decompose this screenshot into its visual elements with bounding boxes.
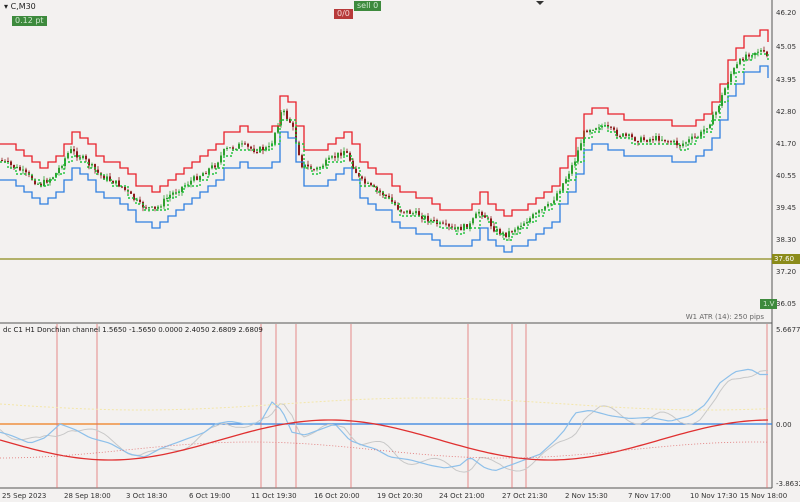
time-tick: 10 Nov 17:30 <box>690 492 737 500</box>
price-tick: 41.70 <box>776 140 796 148</box>
price-tick: 39.45 <box>776 204 796 212</box>
symbol-label[interactable]: ▾ C,M30 <box>4 2 36 11</box>
price-tick: 37.20 <box>776 268 796 276</box>
time-tick: 15 Nov 18:00 <box>740 492 787 500</box>
chart-window[interactable]: 46.20 45.05 43.95 42.80 41.70 40.55 39.4… <box>0 0 800 502</box>
indicator-title: dc C1 H1 Donchian channel 1.5650 -1.5650… <box>3 326 263 334</box>
small-value-box: 1.V <box>760 299 778 309</box>
time-tick: 19 Oct 20:30 <box>377 492 423 500</box>
price-tick: 38.30 <box>776 236 796 244</box>
symbol-text: C,M30 <box>10 2 36 11</box>
price-tick: 40.55 <box>776 172 796 180</box>
time-tick: 16 Oct 20:00 <box>314 492 360 500</box>
main-panel <box>0 0 772 322</box>
time-tick: 3 Oct 18:30 <box>126 492 167 500</box>
sell-box: 0/0 <box>334 9 353 19</box>
price-tick: 43.95 <box>776 76 796 84</box>
price-tick: 46.20 <box>776 9 796 17</box>
time-tick: 28 Sep 18:00 <box>64 492 111 500</box>
time-tick: 2 Nov 15:30 <box>565 492 608 500</box>
indicator-panel <box>0 324 772 488</box>
atr-label: W1 ATR (14): 250 pips <box>685 313 764 321</box>
time-axis: 25 Sep 2023 28 Sep 18:00 3 Oct 18:30 6 O… <box>2 492 787 500</box>
indicator-tick: -3.8632 <box>776 480 800 488</box>
indicator-tick: 0.00 <box>776 421 792 429</box>
time-tick: 6 Oct 19:00 <box>189 492 230 500</box>
price-tick: 42.80 <box>776 108 796 116</box>
price-tick: 36.05 <box>776 300 796 308</box>
time-tick: 7 Nov 17:00 <box>628 492 671 500</box>
price-tick: 45.05 <box>776 43 796 51</box>
sell-button[interactable]: sell 0 <box>354 1 382 11</box>
chart-canvas[interactable]: 46.20 45.05 43.95 42.80 41.70 40.55 39.4… <box>0 0 800 502</box>
time-tick: 27 Oct 21:30 <box>502 492 548 500</box>
price-badge: 0.12 pt <box>12 16 47 26</box>
time-tick: 24 Oct 21:00 <box>439 492 485 500</box>
time-tick: 25 Sep 2023 <box>2 492 46 500</box>
level-price-label: 37.60 <box>772 254 800 264</box>
indicator-axis: 5.6677 0.00 -3.8632 <box>776 326 800 488</box>
indicator-tick: 5.6677 <box>776 326 800 334</box>
time-tick: 11 Oct 19:30 <box>251 492 297 500</box>
